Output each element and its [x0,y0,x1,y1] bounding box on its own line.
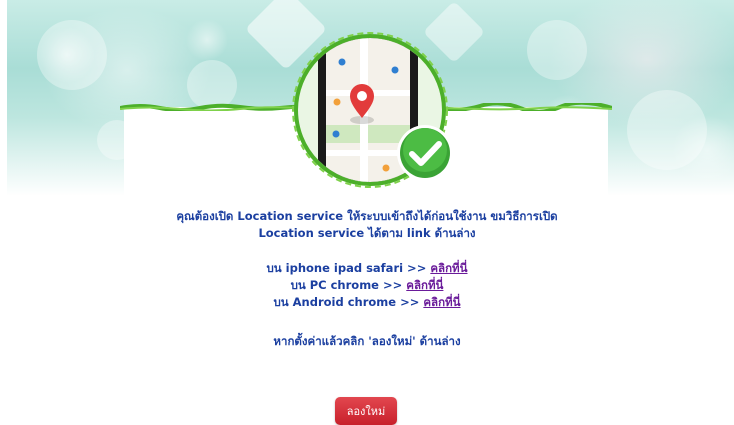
platform-row-android: บน Android chrome >> คลิกที่นี่ [0,294,734,311]
bokeh-light [627,90,707,170]
retry-button[interactable]: ลองใหม่ [335,397,397,425]
instruction-line-2: Location service ได้ตาม link ด้านล่าง [258,226,476,240]
bokeh-light [37,20,107,90]
android-help-link[interactable]: คลิกที่นี่ [423,295,460,309]
retry-hint: หากตั้งค่าแล้วคลิก 'ลองใหม่' ด้านล่าง [273,334,461,348]
platform-row-pc: บน PC chrome >> คลิกที่นี่ [0,277,734,294]
platform-label: บน iphone ipad safari >> [266,261,431,275]
platform-row-ios: บน iphone ipad safari >> คลิกที่นี่ [0,260,734,277]
check-circle-icon [397,125,453,181]
pc-help-link[interactable]: คลิกที่นี่ [406,278,443,292]
ios-help-link[interactable]: คลิกที่นี่ [430,261,467,275]
platform-label: บน PC chrome >> [290,278,407,292]
instructions-panel: คุณต้องเปิด Location service ให้ระบบเข้า… [0,208,734,350]
platform-label: บน Android chrome >> [273,295,424,309]
bokeh-light [527,20,587,80]
instruction-line-1: คุณต้องเปิด Location service ให้ระบบเข้า… [176,209,558,223]
